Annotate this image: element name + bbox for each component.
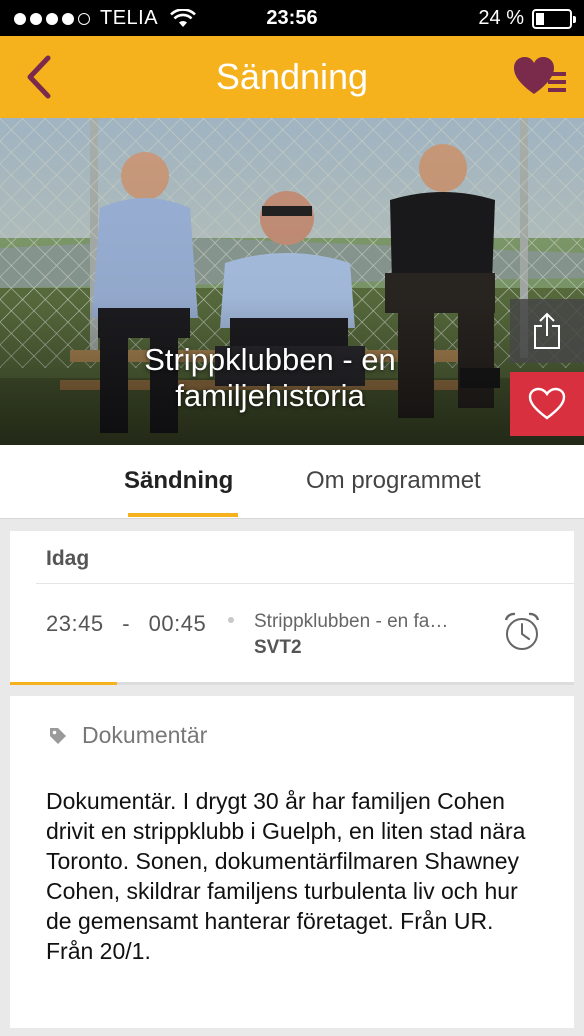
bullet-separator bbox=[228, 617, 234, 623]
channel-name: SVT2 bbox=[254, 637, 302, 658]
broadcast-program-title[interactable]: Strippklubben - en fa… bbox=[254, 611, 484, 633]
heart-outline-icon bbox=[528, 387, 566, 420]
share-button[interactable] bbox=[510, 299, 584, 363]
end-time: 00:45 bbox=[148, 611, 207, 636]
broadcast-progress-bar bbox=[10, 682, 118, 685]
nav-bar: Sändning bbox=[0, 36, 584, 118]
time-separator: - bbox=[122, 611, 131, 636]
alarm-clock-icon[interactable] bbox=[502, 611, 542, 653]
program-title: Strippklubben - en familjehistoria bbox=[144, 342, 396, 413]
genre-label: Dokumentär bbox=[82, 722, 208, 748]
share-icon bbox=[534, 312, 560, 349]
start-time: 23:45 bbox=[46, 611, 104, 636]
broadcast-time: 23:45 - 00:45 bbox=[46, 611, 206, 637]
description-card: Dokumentär Dokumentär. I drygt 30 år har… bbox=[10, 696, 574, 1028]
divider bbox=[36, 583, 574, 584]
tab-bar: Sändning Om programmet bbox=[0, 445, 584, 519]
program-hero: Strippklubben - en familjehistoria bbox=[0, 118, 584, 445]
tab-om-programmet[interactable]: Om programmet bbox=[306, 467, 481, 495]
tab-sandning[interactable]: Sändning bbox=[124, 467, 233, 495]
broadcast-progress-track bbox=[10, 682, 574, 685]
battery-level bbox=[536, 12, 544, 25]
tag-icon bbox=[50, 728, 66, 744]
page-title: Sändning bbox=[215, 56, 369, 97]
battery-area: 24 % bbox=[478, 7, 576, 30]
active-tab-indicator bbox=[128, 513, 238, 517]
broadcast-card: Idag 23:45 - 00:45 Strippklubben - en fa… bbox=[10, 531, 574, 685]
status-bar: TELIA 23:56 24 % bbox=[0, 0, 584, 36]
day-header: Idag bbox=[46, 547, 90, 570]
battery-icon bbox=[532, 8, 576, 29]
favorites-list-icon[interactable] bbox=[514, 56, 568, 98]
favorite-button[interactable] bbox=[510, 372, 584, 436]
program-description: Dokumentär. I drygt 30 år har familjen C… bbox=[46, 788, 526, 964]
battery-percent: 24 % bbox=[478, 7, 524, 29]
